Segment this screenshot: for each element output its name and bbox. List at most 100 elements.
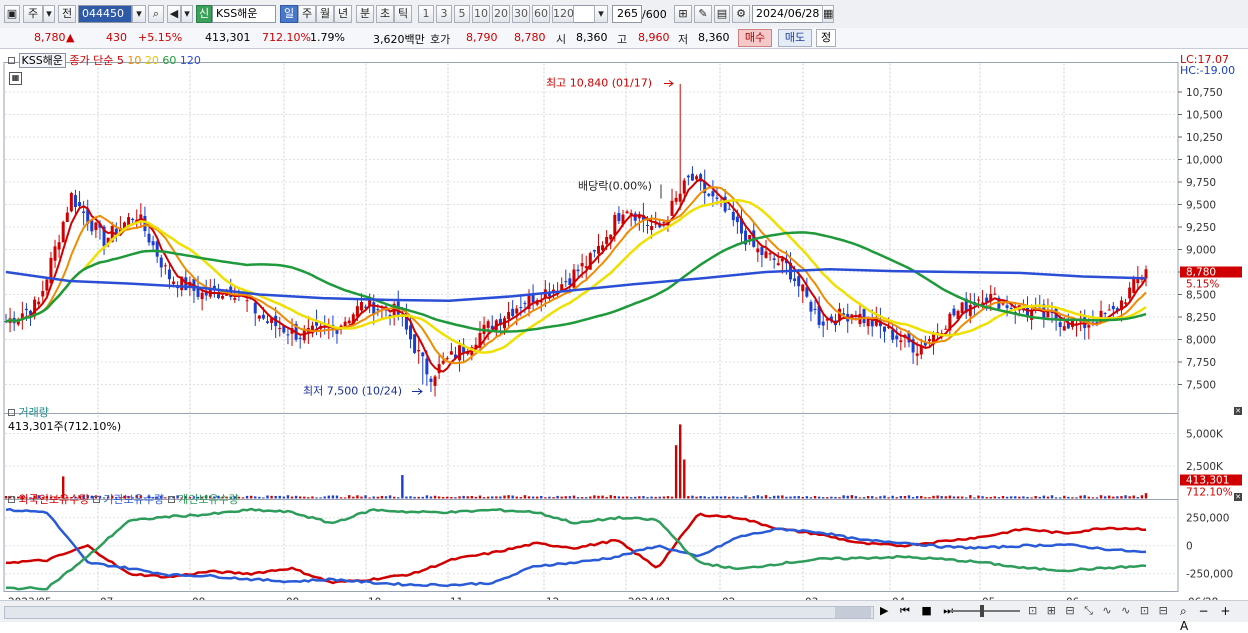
volume-bar (789, 496, 792, 499)
y-tick-label: 8,000 (1186, 335, 1216, 347)
candle-body (1144, 269, 1148, 279)
candle-body (568, 278, 572, 286)
prev-button[interactable]: 전 (58, 5, 76, 23)
volume-bar (817, 496, 821, 499)
candle-body (670, 200, 674, 216)
volume-bar (670, 496, 674, 499)
candle-body (580, 263, 584, 267)
volume-bar (891, 495, 894, 499)
interval-button-3[interactable]: 3 (436, 5, 452, 23)
volume-bar (621, 496, 625, 499)
chevron-down-icon[interactable]: ▾ (43, 5, 55, 23)
correct-button[interactable]: 정 (816, 29, 836, 47)
volume-bar (507, 495, 510, 499)
volume-bar (454, 497, 457, 499)
interval-button-10[interactable]: 10 (472, 5, 490, 23)
candle-body (944, 328, 948, 330)
buy-button[interactable]: 매수 (738, 29, 772, 47)
gear-icon[interactable]: ⚙ (732, 5, 750, 23)
indicator-icon[interactable]: ⊞ (674, 5, 692, 23)
volume-bar (503, 495, 506, 499)
volume-bar (442, 496, 445, 499)
volume-bar (756, 495, 760, 499)
volume-bar (339, 497, 343, 499)
tab-2[interactable]: 월 (316, 5, 334, 23)
playback-controls[interactable]: ▶ ⏮ ■ ⏭ (880, 604, 957, 618)
volume-bar (899, 495, 903, 499)
volume-bar (315, 497, 318, 499)
volume-bar (372, 496, 375, 499)
volume-bar (956, 496, 960, 499)
chevron-down-icon[interactable]: ▾ (181, 5, 193, 23)
volume-bar (711, 496, 715, 499)
volume-bar (1054, 497, 1058, 499)
volume-bar (989, 496, 992, 499)
volume-bar (319, 497, 322, 499)
candle-body (1124, 302, 1128, 304)
interval-button-60[interactable]: 60 (532, 5, 550, 23)
volume-bar (1058, 497, 1062, 499)
volume-bar (768, 497, 772, 499)
search-icon[interactable]: ⌕ (148, 5, 164, 23)
volume-bar (413, 496, 416, 499)
scroll-thumb[interactable] (835, 607, 871, 618)
volume-bar (1112, 496, 1115, 499)
chevron-down-icon[interactable]: ▾ (594, 5, 608, 23)
volume-bar (1103, 496, 1107, 499)
tab-5[interactable]: 초 (376, 5, 394, 23)
legend-stock-name[interactable]: KSS해운 (18, 53, 66, 68)
zoom-slider[interactable] (950, 610, 1020, 612)
interval-button-1[interactable]: 1 (418, 5, 434, 23)
tab-0[interactable]: 일 (280, 5, 298, 23)
horizontal-scrollbar[interactable] (4, 606, 874, 619)
tab-3[interactable]: 년 (334, 5, 352, 23)
volume-bar (985, 497, 988, 499)
layout-icon[interactable]: ▣ (4, 5, 20, 23)
close-icon[interactable]: ✕ (1234, 493, 1242, 501)
candle-body (143, 215, 147, 232)
tab-4[interactable]: 분 (356, 5, 374, 23)
candle-body (915, 353, 919, 356)
draw-tool-icon[interactable]: ✎ (694, 5, 712, 23)
interval-button-20[interactable]: 20 (492, 5, 510, 23)
candle-body (809, 301, 813, 312)
chevron-down-icon[interactable]: ▾ (132, 5, 146, 23)
tab-1[interactable]: 주 (298, 5, 316, 23)
stock-chart[interactable]: 10,750 10,500 10,250 10,000 9,750 9,500 9,250 9… (0, 48, 1248, 621)
close-icon[interactable]: ✕ (1234, 407, 1242, 415)
candle-body (425, 358, 429, 375)
volume-bar (290, 496, 294, 499)
volume-bar (564, 496, 567, 499)
zoom-buttons[interactable]: ⌕ − + A (1180, 604, 1248, 633)
calendar-icon[interactable]: ▦ (822, 5, 834, 23)
volume-bar (294, 495, 298, 499)
volume-bar (323, 496, 326, 499)
stock-name-field[interactable]: KSS해운 (212, 5, 276, 23)
volume-bar (638, 496, 641, 499)
volume-tag-text: 413,301 (1186, 475, 1229, 487)
volume-bar (1009, 496, 1013, 499)
interval-button-5[interactable]: 5 (454, 5, 470, 23)
zoom-slider-handle[interactable] (980, 605, 984, 617)
count-input[interactable]: 265 (612, 5, 642, 23)
volume-bar (523, 495, 527, 499)
volume-bar (871, 496, 874, 499)
candle-body (993, 293, 997, 295)
save-icon[interactable]: ▤ (714, 5, 730, 23)
turnover-rate: 1.79% (310, 31, 345, 44)
grid-toggle-icon[interactable]: ▦ (9, 72, 22, 85)
volume-bar (384, 496, 388, 499)
speaker-icon[interactable]: ◀ (167, 5, 181, 23)
interval-button-120[interactable]: 120 (552, 5, 574, 23)
drawing-tools[interactable]: ⊡ ⊞ ⊟ ⤡ ∿ ∿ ⊡ ⊟ (1028, 604, 1171, 618)
period-type-select[interactable]: 주 (23, 5, 43, 23)
legend-individual: 개인보유수량 (178, 493, 239, 506)
candle-body (1009, 308, 1013, 310)
candle-body (159, 257, 163, 268)
tab-6[interactable]: 틱 (394, 5, 412, 23)
sell-button[interactable]: 매도 (778, 29, 812, 47)
candle-body (882, 326, 886, 332)
volume-bar (348, 495, 351, 499)
interval-button-30[interactable]: 30 (512, 5, 530, 23)
stock-code-input[interactable]: 044450 (78, 5, 132, 23)
